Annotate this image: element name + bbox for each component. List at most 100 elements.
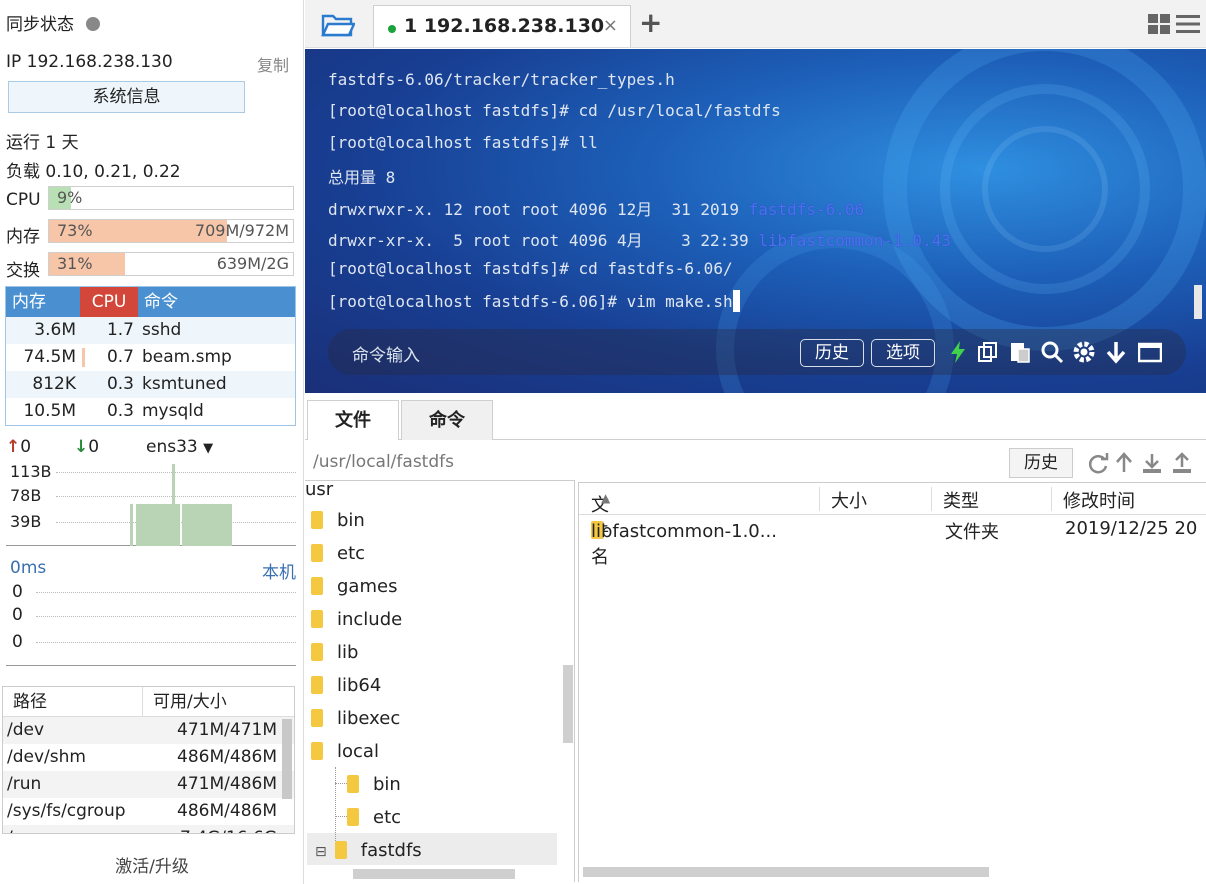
tab-commands[interactable]: 命令 (401, 400, 493, 440)
col-size[interactable]: 大小 (831, 487, 867, 513)
search-icon[interactable] (1040, 340, 1064, 364)
tree-node-label: libexec (337, 708, 401, 729)
copy-ip-button[interactable]: 复制 (257, 52, 289, 76)
server-ip: IP 192.168.238.130 (6, 52, 173, 72)
command-input-bar[interactable]: 命令输入 历史 选项 (328, 329, 1186, 375)
table-row[interactable]: 74.5M 0.7 beam.smp (6, 344, 295, 371)
sync-status-label: 同步状态 (6, 15, 74, 35)
path-history-button[interactable]: 历史 (1009, 448, 1073, 478)
tree-node[interactable]: include (311, 603, 402, 636)
tree-node[interactable]: lib (311, 636, 358, 669)
folder-icon (311, 577, 323, 595)
tree-node[interactable]: games (311, 570, 397, 603)
disk-table-scrollbar[interactable] (282, 719, 292, 799)
grid-line (36, 592, 296, 593)
process-cpu-bar (82, 348, 85, 367)
tree-node-label: usr (305, 480, 334, 500)
swap-percent: 31% (57, 254, 93, 273)
session-tab-active[interactable]: 1 192.168.238.130 × (373, 5, 631, 47)
file-row[interactable]: libfastcommon-1.0... 文件夹 2019/12/25 20 (579, 515, 1206, 545)
tree-node[interactable]: libexec (311, 702, 400, 735)
tree-node-label: lib (337, 642, 359, 663)
file-list[interactable]: 文件名 ▲ 大小 类型 修改时间 libfastcommon-1.0... 文件… (578, 482, 1206, 882)
disk-col-size[interactable]: 可用/大小 (143, 687, 294, 716)
lightning-icon[interactable] (946, 340, 970, 364)
folder-icon (347, 775, 359, 793)
table-row[interactable]: /dev 471M/471M (3, 717, 294, 744)
arrow-down-icon[interactable] (1104, 340, 1128, 364)
menu-icon[interactable] (1176, 14, 1200, 34)
process-mem: 10.5M (23, 401, 76, 421)
file-list-horizontal-scrollbar[interactable] (583, 867, 989, 877)
sort-by-cpu[interactable]: CPU (80, 287, 138, 317)
tree-node[interactable]: usr (305, 480, 334, 506)
tab-files[interactable]: 文件 (307, 400, 399, 440)
refresh-icon[interactable] (1087, 452, 1109, 474)
tree-scrollbar[interactable] (563, 665, 573, 743)
col-type[interactable]: 类型 (943, 487, 979, 513)
process-cmd: mysqld (142, 401, 204, 421)
table-row[interactable]: /7.4G/16.6G (3, 825, 294, 833)
file-list-header: 文件名 ▲ 大小 类型 修改时间 (579, 483, 1206, 568)
layout-grid-icon[interactable] (1148, 14, 1170, 34)
folder-icon (311, 742, 323, 760)
copy-icon[interactable] (976, 340, 1000, 364)
terminal[interactable]: fastdfs-6.06/tracker/tracker_types.h [ro… (305, 49, 1206, 393)
table-row[interactable]: /dev/shm 486M/486M (3, 744, 294, 771)
command-options-button[interactable]: 选项 (871, 339, 935, 367)
system-info-button[interactable]: 系统信息 (8, 81, 245, 113)
collapse-icon[interactable]: ⊟ (315, 844, 327, 860)
table-row[interactable]: 10.5M 0.3 mysqld (6, 398, 295, 425)
command-history-button[interactable]: 历史 (800, 339, 864, 367)
new-tab-button[interactable]: + (639, 6, 662, 39)
disk-path: /sys/fs/cgroup (7, 801, 126, 821)
disk-size: 486M/486M (177, 801, 277, 821)
sort-by-memory[interactable]: 内存 (6, 287, 80, 317)
session-tab-title: 1 192.168.238.130 (404, 15, 605, 37)
interface-select[interactable]: ens33 ▼ (146, 437, 213, 457)
tree-node[interactable]: etc (347, 801, 401, 834)
directory-tree[interactable]: usr bin etc games include lib lib64 libe… (305, 480, 575, 882)
tree-node[interactable]: bin (347, 768, 401, 801)
column-separator[interactable] (819, 487, 820, 511)
sort-by-command[interactable]: 命令 (138, 287, 295, 317)
terminal-scrollbar[interactable] (1194, 285, 1202, 319)
grid-line (56, 472, 296, 473)
close-icon[interactable]: × (603, 15, 618, 36)
command-input[interactable]: 命令输入 (352, 341, 420, 366)
process-cpu: 1.7 (80, 317, 138, 344)
tree-node-selected[interactable]: ⊟ fastdfs (315, 834, 422, 867)
table-row[interactable]: /sys/fs/cgroup 486M/486M (3, 798, 294, 825)
column-separator[interactable] (1051, 487, 1052, 511)
disk-col-path[interactable]: 路径 (3, 687, 143, 716)
table-row[interactable]: /run 471M/486M (3, 771, 294, 798)
terminal-dir-highlight: libfastcommon-1.0.43 (758, 231, 951, 250)
tree-node[interactable]: local (311, 735, 379, 768)
paste-icon[interactable] (1008, 340, 1032, 364)
tree-node[interactable]: etc (311, 537, 365, 570)
process-cpu-value: 1.7 (106, 320, 134, 340)
table-row[interactable]: 812K 0.3 ksmtuned (6, 371, 295, 398)
uptime-text: 运行 1 天 (6, 133, 79, 153)
tree-horizontal-scrollbar[interactable] (353, 869, 515, 879)
network-header: ↑0 ↓0 ens33 ▼ (6, 437, 296, 459)
open-folder-icon[interactable] (321, 10, 355, 38)
table-row[interactable]: 3.6M 1.7 sshd (6, 317, 295, 344)
download-icon[interactable] (1141, 452, 1163, 474)
upload-icon[interactable] (1171, 452, 1193, 474)
terminal-line: [root@localhost fastdfs]# cd /usr/local/… (328, 101, 781, 120)
path-input[interactable]: /usr/local/fastdfs (313, 452, 454, 472)
activate-upgrade-button[interactable]: 激活/升级 (0, 852, 304, 877)
tree-node[interactable]: bin (311, 504, 365, 537)
col-modified[interactable]: 修改时间 (1063, 487, 1135, 513)
arrow-up-icon[interactable] (1113, 452, 1135, 474)
disk-rows: /dev 471M/471M /dev/shm 486M/486M /run 471M… (3, 717, 294, 833)
tree-node[interactable]: lib64 (311, 669, 381, 702)
mem-label: 内存 (6, 227, 40, 247)
terminal-line-text: [root@localhost fastdfs-6.06]# vim make.… (328, 292, 733, 311)
swap-label: 交换 (6, 261, 40, 281)
window-icon[interactable] (1138, 340, 1162, 364)
gear-icon[interactable] (1072, 340, 1096, 364)
file-type: 文件夹 (945, 522, 999, 543)
column-separator[interactable] (931, 487, 932, 511)
